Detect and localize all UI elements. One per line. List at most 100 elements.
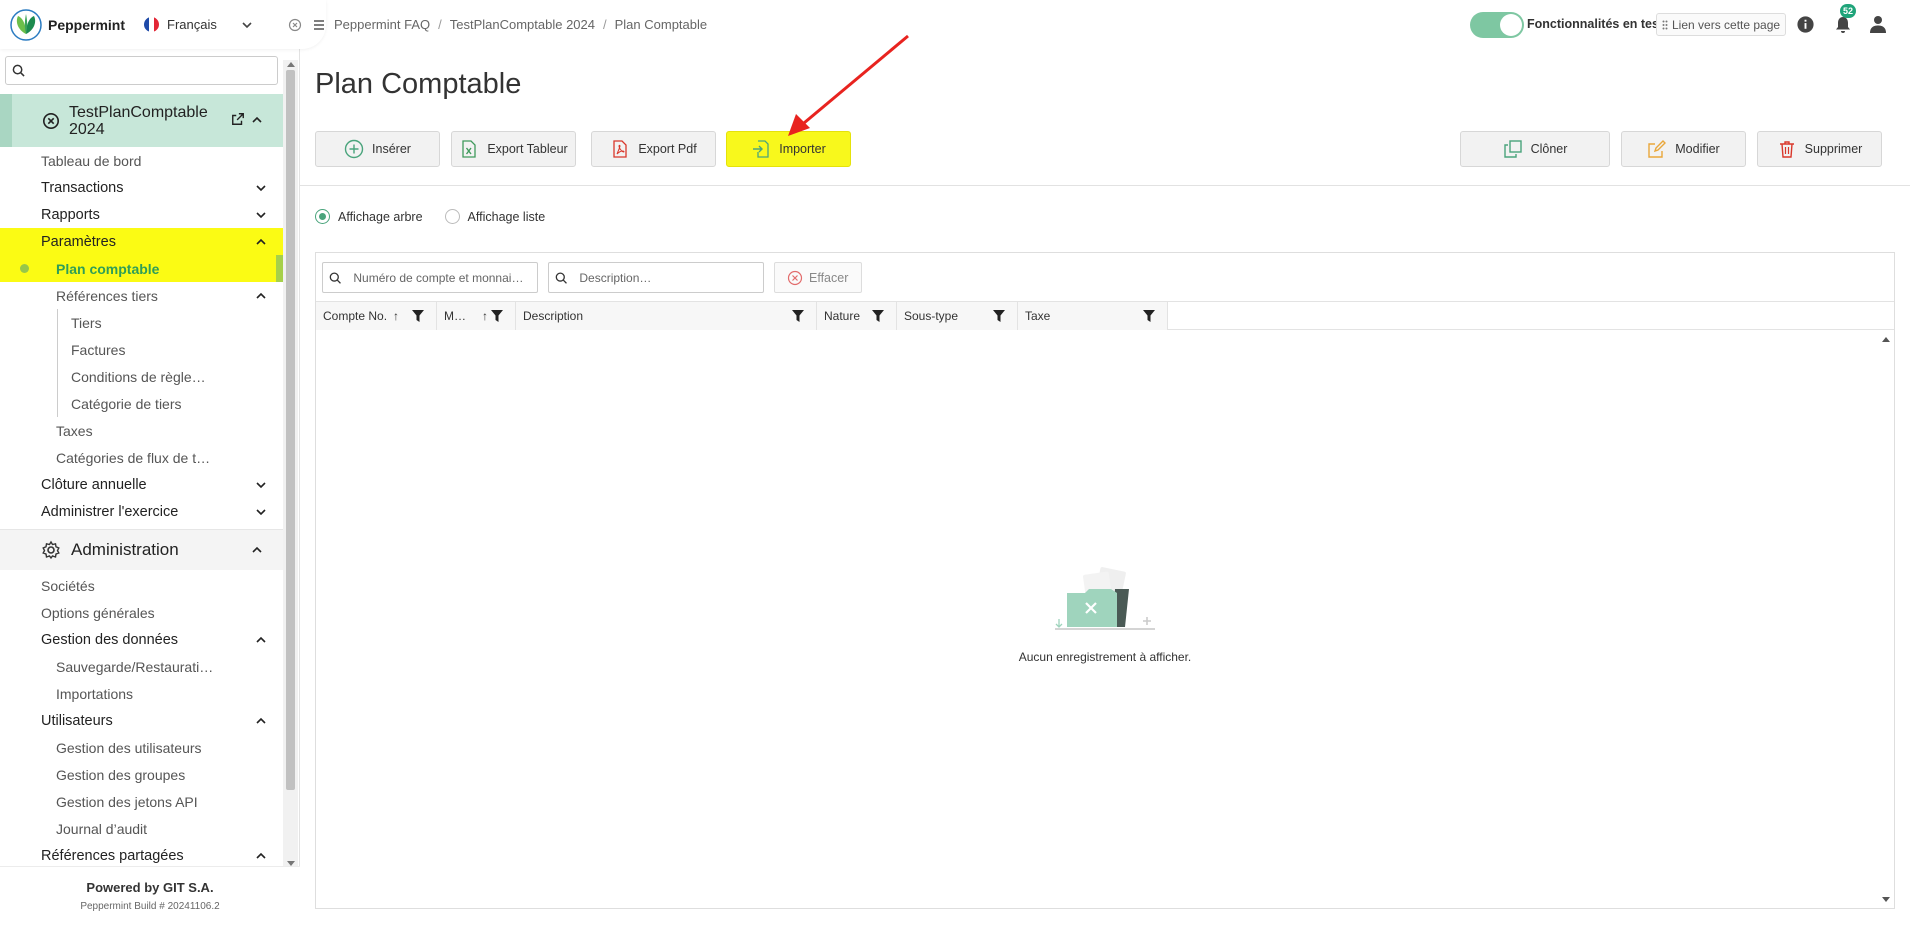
list-view-radio[interactable] xyxy=(444,209,460,224)
sidebar-item-label: Taxes xyxy=(56,422,93,439)
sidebar-item-label: Sauvegarde/Restaurati… xyxy=(56,658,214,675)
annotation-arrow-icon xyxy=(788,34,909,136)
filter-icon[interactable] xyxy=(792,310,804,322)
search-icon xyxy=(12,64,25,77)
scroll-up-arrow[interactable] xyxy=(287,62,295,67)
sidebar-item-payment-terms[interactable]: Conditions de règle… xyxy=(0,363,283,390)
sidebar-item-invoices[interactable]: Factures xyxy=(0,336,283,363)
sidebar-item-dashboard[interactable]: Tableau de bord xyxy=(0,147,283,174)
scrollbar-thumb[interactable] xyxy=(286,70,295,790)
close-circle-icon[interactable] xyxy=(288,18,302,32)
clear-label: Effacer xyxy=(809,270,849,285)
description-filter[interactable] xyxy=(548,262,764,293)
export-pdf-button[interactable]: Export Pdf xyxy=(591,131,716,167)
breadcrumb-item[interactable]: TestPlanComptable 2024 xyxy=(450,17,595,32)
filter-icon[interactable] xyxy=(872,310,884,322)
account-filter-input[interactable] xyxy=(353,270,537,285)
sidebar-item-year-end[interactable]: Clôture annuelle xyxy=(0,471,283,498)
sidebar-item-label: Importations xyxy=(56,685,134,702)
column-tax[interactable]: Taxe xyxy=(1018,302,1168,330)
filter-icon[interactable] xyxy=(412,310,424,322)
sidebar-item-label: Tableau de bord xyxy=(41,152,142,169)
peppermint-logo-icon[interactable] xyxy=(9,8,43,42)
view-mode-selector: Affichage arbre Affichage liste xyxy=(315,209,545,224)
sidebar-item-users[interactable]: Utilisateurs xyxy=(0,707,283,734)
external-link-icon[interactable] xyxy=(231,112,245,126)
toolbar-divider xyxy=(300,185,1910,186)
beta-features-toggle[interactable] xyxy=(1470,12,1524,38)
sidebar-item-label: Sociétés xyxy=(41,577,95,594)
delete-button[interactable]: Supprimer xyxy=(1757,131,1882,167)
sidebar-item-companies[interactable]: Sociétés xyxy=(0,572,283,599)
description-filter-input[interactable] xyxy=(579,270,763,285)
edit-button[interactable]: Modifier xyxy=(1621,131,1746,167)
chevron-down-icon[interactable] xyxy=(241,19,253,31)
sidebar-item-label: Conditions de règle… xyxy=(71,368,206,385)
context-header[interactable]: TestPlanComptable 2024 xyxy=(0,94,283,147)
clone-button[interactable]: Clôner xyxy=(1460,131,1610,167)
sidebar-item-cashflow-categories[interactable]: Catégories de flux de t… xyxy=(0,444,283,471)
column-account-no[interactable]: Compte No. ↑ xyxy=(316,302,437,330)
sidebar-item-reports[interactable]: Rapports xyxy=(0,201,283,228)
tree-view-label[interactable]: Affichage arbre xyxy=(338,210,423,224)
sidebar-item-data-management[interactable]: Gestion des données xyxy=(0,626,283,653)
grid-scroll-up-arrow[interactable] xyxy=(1882,337,1890,342)
sidebar-search-input[interactable] xyxy=(31,63,277,78)
info-icon[interactable] xyxy=(1796,15,1815,34)
sidebar-item-transactions[interactable]: Transactions xyxy=(0,174,283,201)
sidebar-item-audit-log[interactable]: Journal d’audit xyxy=(0,815,283,842)
sidebar-footer: Powered by GIT S.A. Peppermint Build # 2… xyxy=(0,866,300,925)
sidebar-item-user-management[interactable]: Gestion des utilisateurs xyxy=(0,734,283,761)
chevron-down-icon xyxy=(256,508,266,515)
language-selector[interactable]: Français xyxy=(167,17,217,32)
sort-asc-icon[interactable]: ↑ xyxy=(393,309,399,323)
sidebar-search[interactable] xyxy=(5,56,278,85)
tree-view-radio[interactable] xyxy=(315,209,330,224)
grid-scroll-down-arrow[interactable] xyxy=(1882,897,1890,902)
filter-icon[interactable] xyxy=(491,310,503,322)
sidebar-item-label: Journal d’audit xyxy=(56,820,148,837)
empty-folder-icon xyxy=(1055,567,1155,630)
page-link-button[interactable]: Lien vers cette page xyxy=(1656,13,1787,36)
sidebar-item-general-options[interactable]: Options générales xyxy=(0,599,283,626)
list-view-label[interactable]: Affichage liste xyxy=(468,210,546,224)
sidebar-item-label: Clôture annuelle xyxy=(41,476,147,493)
close-circle-icon[interactable] xyxy=(42,112,60,130)
breadcrumb-item[interactable]: Peppermint FAQ xyxy=(334,17,430,32)
sidebar-item-imports[interactable]: Importations xyxy=(0,680,283,707)
brand-bar: Peppermint Français xyxy=(0,0,326,49)
chevron-up-icon xyxy=(256,852,266,859)
column-currency[interactable]: M… ↑ xyxy=(437,302,516,330)
sidebar-item-chart-of-accounts[interactable]: Plan comptable xyxy=(0,255,283,282)
filter-icon[interactable] xyxy=(993,310,1005,322)
column-subtype[interactable]: Sous-type xyxy=(897,302,1018,330)
column-nature[interactable]: Nature xyxy=(817,302,897,330)
sidebar-item-label: Transactions xyxy=(41,179,124,196)
sidebar-item-group-management[interactable]: Gestion des groupes xyxy=(0,761,283,788)
user-icon[interactable] xyxy=(1868,14,1888,34)
column-description[interactable]: Description xyxy=(516,302,817,330)
sidebar-item-api-tokens[interactable]: Gestion des jetons API xyxy=(0,788,283,815)
sidebar-item-shared-references[interactable]: Références partagées xyxy=(0,842,283,864)
sidebar-scrollbar[interactable] xyxy=(283,60,298,868)
sidebar-item-label: Administrer l'exercice xyxy=(41,503,179,520)
sort-asc-icon[interactable]: ↑ xyxy=(482,309,488,323)
sidebar-item-manage-fiscal-year[interactable]: Administrer l'exercice xyxy=(0,498,283,525)
clear-filters-button[interactable]: Effacer xyxy=(774,262,862,293)
admin-header[interactable]: Administration xyxy=(0,529,283,570)
insert-button[interactable]: Insérer xyxy=(315,131,440,167)
beta-features-label: Fonctionnalités en test xyxy=(1527,17,1664,31)
sidebar-item-backup-restore[interactable]: Sauvegarde/Restaurati… xyxy=(0,653,283,680)
filter-icon[interactable] xyxy=(1143,310,1155,322)
sidebar-item-label: Utilisateurs xyxy=(41,712,113,729)
sidebar-item-tiers[interactable]: Tiers xyxy=(0,309,283,336)
account-filter[interactable] xyxy=(322,262,538,293)
sidebar-item-third-party-refs[interactable]: Références tiers xyxy=(0,282,283,309)
sidebar-item-settings[interactable]: Paramètres xyxy=(0,228,283,255)
sidebar-item-taxes[interactable]: Taxes xyxy=(0,417,283,444)
sidebar-item-third-party-category[interactable]: Catégorie de tiers xyxy=(0,390,283,417)
chevron-up-icon[interactable] xyxy=(251,114,263,126)
menu-icon[interactable] xyxy=(312,18,326,32)
sidebar: TestPlanComptable 2024 Tableau de bord T… xyxy=(0,0,326,925)
export-sheet-button[interactable]: Export Tableur xyxy=(451,131,576,167)
